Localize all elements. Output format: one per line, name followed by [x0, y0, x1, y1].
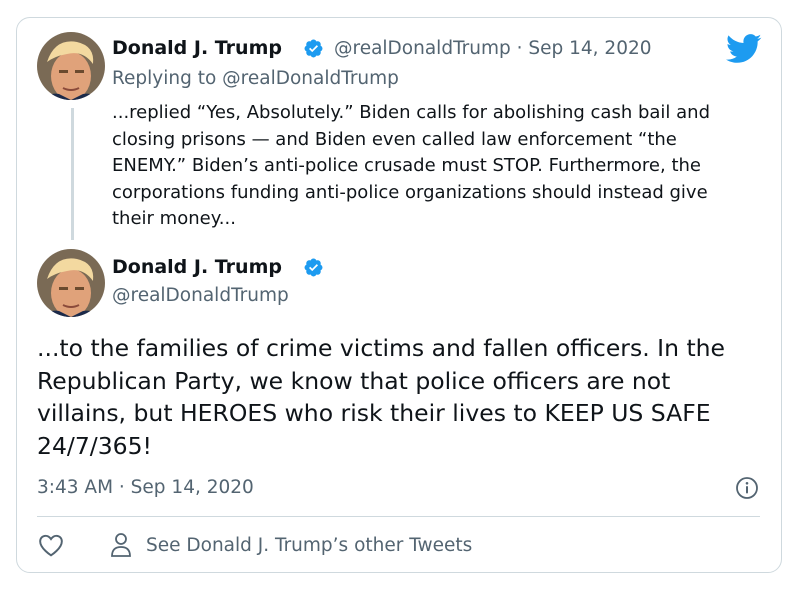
tweet-timestamp[interactable]: 3:43 AM · Sep 14, 2020 — [37, 477, 254, 498]
main-tweet-text: ...to the families of crime victims and … — [37, 334, 726, 460]
main-author-name[interactable]: Donald J. Trump — [112, 256, 282, 278]
person-icon — [111, 533, 131, 557]
reply-author-name[interactable]: Donald J. Trump — [112, 37, 282, 59]
verified-badge-icon — [304, 39, 323, 58]
twitter-bird-logo-icon[interactable] — [726, 34, 762, 64]
like-heart-icon[interactable] — [38, 533, 64, 557]
footer-divider — [37, 516, 760, 517]
reply-handle-and-date[interactable]: @realDonaldTrump · Sep 14, 2020 — [334, 38, 652, 59]
reply-tweet-text: ...replied “Yes, Absolutely.” Biden call… — [112, 102, 711, 229]
main-author-avatar[interactable] — [37, 249, 105, 317]
thread-connector-line — [71, 108, 74, 240]
see-other-tweets-link[interactable]: See Donald J. Trump’s other Tweets — [110, 530, 472, 560]
info-icon[interactable] — [735, 476, 759, 500]
reply-author-avatar[interactable] — [37, 32, 105, 100]
main-author-handle[interactable]: @realDonaldTrump — [112, 285, 289, 306]
verified-badge-icon — [304, 258, 323, 277]
see-other-tweets-label: See Donald J. Trump’s other Tweets — [146, 534, 473, 556]
replying-to-label[interactable]: Replying to @realDonaldTrump — [112, 68, 399, 89]
